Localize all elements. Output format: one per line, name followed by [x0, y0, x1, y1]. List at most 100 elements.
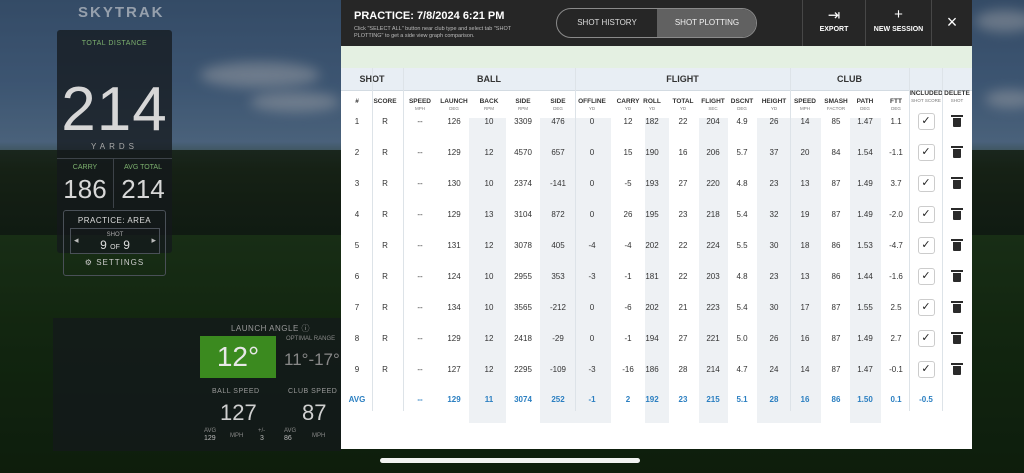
settings-label: SETTINGS — [96, 258, 145, 267]
table-cell: -- — [417, 272, 423, 281]
tab-shot-history[interactable]: SHOT HISTORY — [557, 9, 657, 37]
table-cell: 4 — [354, 210, 360, 219]
table-cell: 13 — [800, 272, 810, 281]
delete-shot-button[interactable] — [944, 354, 970, 385]
check-icon: ✓ — [917, 330, 935, 347]
table-cell: 10 — [484, 272, 494, 281]
include-checkbox[interactable]: ✓ — [908, 261, 944, 292]
check-icon: ✓ — [917, 268, 935, 285]
delete-shot-button[interactable] — [944, 292, 970, 323]
carry-value: 186 — [63, 174, 107, 204]
session-title: PRACTICE: 7/8/2024 6:21 PM — [354, 10, 505, 22]
total-distance-value: 214 — [61, 75, 168, 144]
table-cell: 195 — [645, 210, 659, 219]
distance-panel: TOTAL DISTANCE 214 YARDS CARRY 186 AVG T… — [57, 30, 172, 276]
avg-cell: 86 — [831, 395, 841, 404]
new-session-button[interactable]: + NEW SESSION — [865, 0, 931, 46]
delete-shot-button[interactable] — [944, 230, 970, 261]
close-button[interactable]: × — [931, 0, 972, 46]
table-cell: -- — [417, 117, 423, 126]
table-cell: 37 — [769, 148, 779, 157]
column-name: SIDE — [515, 98, 531, 105]
delete-shot-button[interactable] — [944, 199, 970, 230]
include-checkbox[interactable]: ✓ — [908, 323, 944, 354]
table-cell: 130 — [447, 179, 461, 188]
table-cell: 181 — [645, 272, 659, 281]
include-checkbox[interactable]: ✓ — [908, 199, 944, 230]
table-cell: 186 — [645, 365, 659, 374]
table-cell: 14 — [800, 365, 810, 374]
column-name: BACK — [479, 98, 499, 105]
gear-icon: ⚙ — [84, 258, 93, 267]
table-cell: 85 — [831, 117, 841, 126]
table-cell: 5.4 — [736, 210, 748, 219]
ball-speed-label: BALL SPEED — [212, 388, 260, 395]
avg-cell: 252 — [551, 395, 565, 404]
include-checkbox[interactable]: ✓ — [908, 230, 944, 261]
table-cell: 206 — [706, 148, 720, 157]
avg-cell: 11 — [484, 395, 494, 404]
delete-shot-button[interactable] — [944, 137, 970, 168]
table-cell: 5.5 — [736, 241, 748, 250]
session-instructions: Click "SELECT ALL" button near club type… — [354, 26, 511, 39]
table-cell: -- — [417, 179, 423, 188]
carry-stat: CARRY 186 — [57, 158, 114, 208]
tab-shot-plotting[interactable]: SHOT PLOTTING — [657, 9, 756, 37]
table-cell: 202 — [645, 303, 659, 312]
table-cell: -- — [417, 334, 423, 343]
table-cell: -0.1 — [889, 365, 903, 374]
total-distance-label: TOTAL DISTANCE — [81, 40, 148, 47]
table-cell: 202 — [645, 241, 659, 250]
table-cell: 1.55 — [857, 303, 873, 312]
shot-total: 9 — [123, 238, 130, 252]
trash-icon — [951, 363, 963, 375]
prev-shot-icon[interactable]: ◂ — [74, 235, 79, 246]
column-name: INCLUDED — [909, 90, 943, 97]
trash-icon — [951, 239, 963, 251]
avg-cell: 23 — [678, 395, 688, 404]
avg-label: AVG — [348, 395, 366, 404]
table-cell: 194 — [645, 334, 659, 343]
include-checkbox[interactable]: ✓ — [908, 168, 944, 199]
table-cell: 0 — [589, 210, 595, 219]
table-cell: 23 — [769, 272, 779, 281]
table-cell: -- — [417, 210, 423, 219]
check-icon: ✓ — [917, 206, 935, 223]
table-cell: 5.7 — [736, 148, 748, 157]
table-cell: -3 — [588, 272, 596, 281]
delete-shot-button[interactable] — [944, 168, 970, 199]
skytrak-logo: SKYTRAK — [78, 4, 165, 21]
home-indicator[interactable] — [380, 458, 640, 463]
column-divider — [575, 68, 576, 411]
settings-button[interactable]: ⚙ SETTINGS — [64, 258, 165, 267]
include-checkbox[interactable]: ✓ — [908, 354, 944, 385]
export-button[interactable]: ⇥ EXPORT — [802, 0, 865, 46]
table-cell: 221 — [706, 334, 720, 343]
table-cell: 5.0 — [736, 334, 748, 343]
new-session-label: NEW SESSION — [873, 26, 924, 33]
delete-shot-button[interactable] — [944, 323, 970, 354]
close-icon: × — [946, 12, 958, 32]
table-cell: 5.4 — [736, 303, 748, 312]
include-checkbox[interactable]: ✓ — [908, 292, 944, 323]
delete-shot-button[interactable] — [944, 106, 970, 137]
column-name: SMASH — [824, 98, 848, 105]
next-shot-icon[interactable]: ▸ — [151, 235, 156, 246]
trash-icon — [951, 208, 963, 220]
info-icon[interactable]: ⓘ — [302, 324, 311, 333]
avg-cell: 16 — [800, 395, 810, 404]
check-icon: ✓ — [917, 237, 935, 254]
include-checkbox[interactable]: ✓ — [908, 106, 944, 137]
launch-angle-title: LAUNCH ANGLE ⓘ — [230, 324, 311, 333]
table-cell: 23 — [769, 179, 779, 188]
avg-cell: 5.1 — [736, 395, 748, 404]
table-cell: 129 — [447, 334, 461, 343]
table-cell: 182 — [645, 117, 659, 126]
trash-icon — [951, 332, 963, 344]
include-checkbox[interactable]: ✓ — [908, 137, 944, 168]
table-cell: 476 — [551, 117, 565, 126]
table-cell: 0 — [589, 179, 595, 188]
check-icon: ✓ — [917, 144, 935, 161]
delete-shot-button[interactable] — [944, 261, 970, 292]
table-cell: -- — [417, 148, 423, 157]
